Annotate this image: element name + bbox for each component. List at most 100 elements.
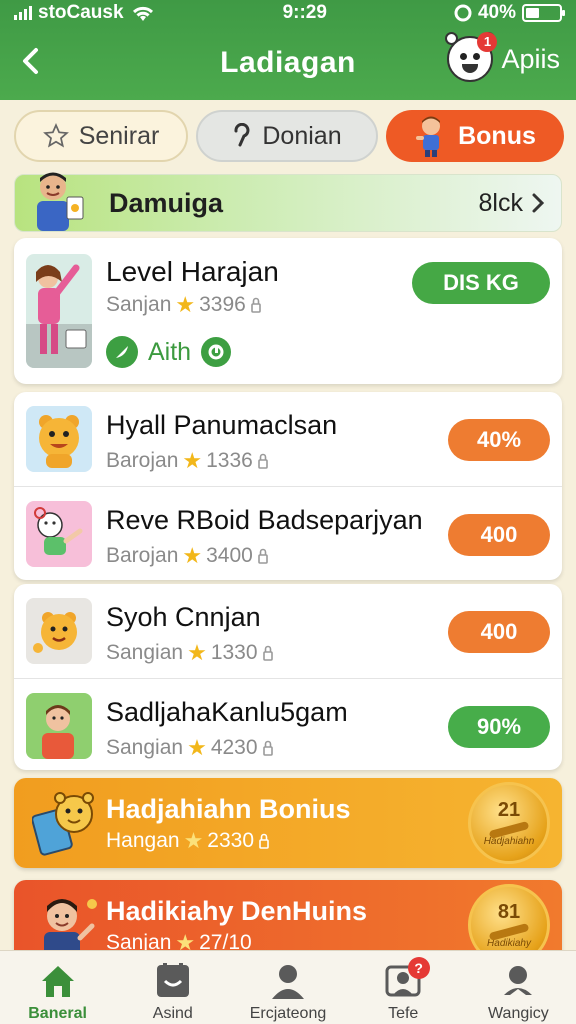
character-icon (416, 116, 441, 157)
status-right: 40% (454, 2, 565, 24)
battery-icon (521, 4, 565, 22)
star-icon: ★ (182, 448, 203, 473)
mascot-mouth (462, 64, 479, 73)
lock-icon (258, 453, 268, 469)
tab-senirar[interactable]: Senirar (14, 110, 188, 162)
bottom-navigation: Baneral Asind Ercjateong ? Tefe Wangicy (0, 950, 576, 1024)
star-icon (42, 123, 69, 148)
signal-icon (14, 6, 32, 20)
nav-item-baneral[interactable]: Baneral (0, 951, 115, 1024)
bonus-subtitle: Hangan ★ 2330 (106, 828, 270, 854)
item-sub-value: 1336 (206, 449, 253, 472)
person-icon (272, 965, 304, 999)
mascot-ear (445, 32, 459, 45)
list-card: Hyall Panumaclsan Barojan ★ 1336 40% Rev… (14, 392, 562, 580)
item-title: Syoh Cnnjan (106, 602, 261, 632)
tab-bonus[interactable]: Bonus (386, 110, 564, 162)
banner-action-label: 8lck (478, 188, 523, 217)
header-right-label[interactable]: Apiis (501, 44, 560, 75)
wifi-icon (132, 6, 153, 21)
nav-label: Baneral (28, 1005, 87, 1022)
item-sub-label: Sangian (106, 736, 184, 759)
info-icon (201, 337, 232, 367)
item-sub-value: 3400 (206, 544, 253, 567)
lock-icon (262, 740, 273, 756)
chevron-right-icon (532, 193, 545, 213)
item-sub-label: Barojan (106, 449, 179, 472)
kid-avatar-icon (37, 172, 84, 231)
battery-fill (525, 8, 539, 18)
item-sub-label: Barojan (106, 544, 179, 567)
item-action-button[interactable]: 400 (448, 514, 550, 556)
tab-label: Senirar (78, 121, 160, 150)
item-subtitle: Sangian ★ 4230 (106, 735, 274, 761)
star-icon: ★ (187, 735, 207, 760)
item-action-button[interactable]: 90% (448, 706, 550, 748)
star-icon: ★ (187, 640, 207, 665)
tab-donian[interactable]: Donian (196, 110, 378, 162)
alarm-icon (454, 4, 472, 22)
banner-action-link[interactable]: 8lck (479, 189, 545, 218)
coin-badge-icon[interactable]: 21 Hadjahiahn (468, 782, 550, 864)
bonus-title: Hadjahiahn Bonius (106, 794, 351, 824)
bonus-title: Hadikiahy DenHuins (106, 896, 368, 926)
list-item[interactable]: SadljahaKanlu5gam Sangian ★ 4230 90% (14, 678, 562, 772)
leaf-icon (106, 336, 138, 368)
status-left: stoCausk (14, 2, 156, 24)
nav-label: Tefe (388, 1005, 419, 1022)
item-sub-value: 1330 (210, 641, 258, 664)
item-sub-value: 4230 (210, 736, 258, 759)
tab-bar: Senirar Donian Bonus (14, 110, 566, 162)
coin-number: 21 (497, 799, 521, 821)
tab-label: Donian (262, 121, 342, 150)
banner-title: Damuiga (109, 187, 224, 218)
back-arrow-icon[interactable] (14, 44, 48, 78)
bonus-banner[interactable]: Hadjahiahn Bonius Hangan ★ 2330 21 Hadja… (14, 778, 562, 868)
kid-photo-icon (26, 693, 92, 759)
list-item[interactable]: Hyall Panumaclsan Barojan ★ 1336 40% (14, 392, 562, 486)
item-action-button[interactable]: 400 (448, 611, 550, 653)
level-card[interactable]: Level Harajan Sanjan ★ 3396 Aith DIS KG (14, 238, 562, 384)
mascot-avatar-icon[interactable]: 1 (445, 32, 498, 82)
nav-item-wangicy[interactable]: Wangicy (461, 951, 576, 1024)
nav-label: Asind (152, 1005, 193, 1022)
battery-percent: 40% (477, 2, 516, 23)
coin-number: 81 (497, 901, 521, 923)
nav-item-asind[interactable]: Asind (115, 951, 230, 1024)
number-icon (234, 123, 250, 147)
item-action-button[interactable]: 40% (448, 419, 550, 461)
item-subtitle: Sangian ★ 1330 (106, 640, 274, 666)
nav-row: Ladiagan 1 Apiis (0, 26, 576, 100)
star-icon: ★ (182, 543, 203, 568)
level-meta-label: Aith (148, 337, 192, 366)
notification-badge: 1 (477, 32, 498, 52)
bonus-sub-label: Hangan (106, 829, 180, 852)
level-sub-value: 3396 (199, 293, 246, 316)
nav-label: Ercjateong (249, 1005, 327, 1022)
item-subtitle: Barojan ★ 1336 (106, 448, 269, 474)
level-action-button[interactable]: DIS KG (412, 262, 550, 304)
level-sub-label: Sanjan (106, 293, 172, 316)
face-icon (156, 963, 189, 997)
list-card: Syoh Cnnjan Sangian ★ 1330 400 SadljahaK… (14, 584, 562, 770)
nav-label: Wangicy (488, 1005, 549, 1022)
girl-character-thumbnail (26, 254, 92, 368)
item-title: Hyall Panumaclsan (106, 410, 338, 440)
list-item[interactable]: Reve RBoid Badseparjyan Barojan ★ 3400 4… (14, 486, 562, 580)
user-icon (504, 966, 533, 995)
notification-badge: ? (407, 957, 430, 979)
status-bar: stoCausk 9::29 40% (0, 0, 576, 26)
header-profile-button[interactable]: 1 Apiis (445, 32, 560, 82)
kid-character-icon (26, 501, 92, 567)
nav-item-tefe[interactable]: ? Tefe (346, 951, 461, 1024)
level-meta[interactable]: Aith (106, 336, 232, 368)
promo-banner[interactable]: Damuiga 8lck (14, 172, 562, 232)
item-subtitle: Barojan ★ 3400 (106, 543, 269, 569)
bear-tablet-icon (32, 792, 94, 856)
level-subtitle: Sanjan ★ 3396 (106, 292, 262, 318)
nav-item-ercjateong[interactable]: Ercjateong (230, 951, 345, 1024)
tab-label: Bonus (458, 121, 536, 150)
lock-icon (259, 833, 269, 849)
list-item[interactable]: Syoh Cnnjan Sangian ★ 1330 400 (14, 584, 562, 678)
home-icon (41, 966, 74, 997)
